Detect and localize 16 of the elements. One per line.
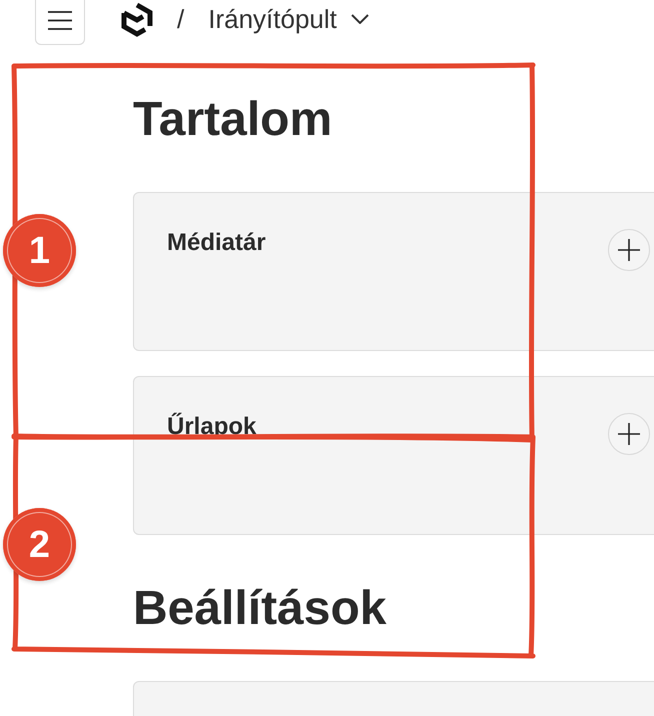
add-button[interactable] [608,413,650,456]
annotation-number: 2 [3,508,76,581]
chevron-down-icon [350,14,369,24]
card-title: Űrlapok [167,413,256,442]
section-heading: Beállítások [133,581,388,636]
hexagon-logo-icon [121,2,153,36]
menu-button[interactable] [35,0,85,45]
plus-icon [618,423,640,446]
plus-icon [618,239,640,262]
card-title: Médiatár [167,229,266,258]
add-button[interactable] [608,229,650,272]
menu-icon [48,10,72,30]
breadcrumb-separator: / [177,4,184,34]
annotation-number: 1 [3,214,76,287]
section-heading: Tartalom [133,92,334,148]
page-dropdown[interactable]: Irányítópult [208,4,369,34]
